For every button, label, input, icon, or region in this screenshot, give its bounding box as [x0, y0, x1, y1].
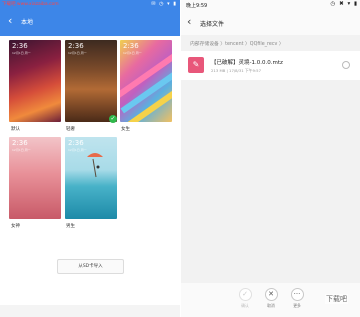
selected-check-icon: ✓ — [109, 115, 117, 123]
import-from-sd-button[interactable]: 从SD卡导入 — [57, 259, 124, 274]
right-header: ‹ 选择文件 — [181, 11, 360, 35]
bottom-bar — [0, 305, 180, 317]
left-header: 下载吧 www.xiazaiba.com ✉ ◷ ▾ ▮ ‹ 本地 — [0, 0, 180, 36]
file-picker-screen: 晚上9:59 ◷ ✖ ▾ ▮ ‹ 选择文件 内部存储设备 〉tencent 〉Q… — [180, 0, 360, 317]
thumbnail-clock: 2:36 — [12, 42, 28, 50]
theme-label: 女生 — [121, 127, 130, 132]
page-title: 选择文件 — [200, 21, 225, 28]
thumbnail-date: 12月1日 周一 — [68, 148, 87, 152]
status-time: 晚上9:59 — [186, 3, 208, 9]
cancel-button[interactable]: ✕ 取消 — [259, 288, 283, 309]
confirm-button[interactable]: ✓ 确认 — [233, 288, 257, 309]
check-icon: ✓ — [238, 288, 252, 301]
theme-thumbnail-girl[interactable]: 2:36 12月1日 周一 — [120, 40, 172, 122]
theme-label: 女神 — [11, 224, 20, 229]
breadcrumb[interactable]: 内部存储设备 〉tencent 〉QQfile_recv 〉 — [190, 40, 284, 47]
theme-local-screen: 下载吧 www.xiazaiba.com ✉ ◷ ▾ ▮ ‹ 本地 2:36 1… — [0, 0, 180, 317]
back-arrow-icon[interactable]: ‹ — [8, 15, 12, 26]
back-arrow-icon[interactable]: ‹ — [187, 16, 191, 27]
cancel-label: 取消 — [267, 303, 275, 308]
theme-label: 轻奢 — [66, 127, 75, 132]
thumbnail-date: 12月1日 周一 — [12, 148, 31, 152]
more-label: 更多 — [293, 303, 301, 308]
thumbnail-date: 12月1日 周一 — [123, 51, 142, 55]
confirm-label: 确认 — [241, 303, 249, 308]
more-icon: ··· — [290, 288, 304, 301]
more-button[interactable]: ··· 更多 — [285, 288, 309, 309]
theme-thumbnail-boy[interactable]: 2:36 12月1日 周一 — [65, 137, 117, 219]
theme-thumbnail-luxury[interactable]: 2:36 12月1日 周一 — [65, 40, 117, 122]
file-select-radio[interactable] — [342, 61, 350, 69]
thumbnail-clock: 2:36 — [123, 42, 139, 50]
site-logo: 下载吧 — [325, 294, 348, 304]
thumbnail-clock: 2:36 — [68, 139, 84, 147]
thumbnail-clock: 2:36 — [68, 42, 84, 50]
thumbnail-clock: 2:36 — [12, 139, 28, 147]
close-icon: ✕ — [264, 288, 278, 301]
thumbnail-date: 12月1日 周一 — [12, 51, 31, 55]
theme-label: 默认 — [11, 127, 20, 132]
status-icons: ✉ ◷ ▾ ▮ — [151, 1, 177, 7]
watermark: 下载吧 www.xiazaiba.com — [2, 2, 59, 7]
theme-label: 男生 — [66, 224, 75, 229]
theme-thumbnail-default[interactable]: 2:36 12月1日 周一 — [9, 40, 61, 122]
theme-file-icon: ✎ — [188, 57, 204, 73]
right-status-bar: 晚上9:59 ◷ ✖ ▾ ▮ — [181, 0, 360, 11]
page-title: 本地 — [21, 19, 34, 26]
theme-thumbnail-goddess[interactable]: 2:36 12月1日 周一 — [9, 137, 61, 219]
status-icons: ◷ ✖ ▾ ▮ — [330, 1, 358, 7]
file-name: 【已破解】灵境-1.0.0.0.mtz — [211, 60, 283, 66]
file-meta: 213 MB | 17/8/31 下午9:57 — [211, 68, 261, 73]
file-list-item[interactable]: ✎ 【已破解】灵境-1.0.0.0.mtz 213 MB | 17/8/31 下… — [181, 51, 360, 80]
thumbnail-date: 12月1日 周一 — [68, 51, 87, 55]
left-status-bar: 下载吧 www.xiazaiba.com ✉ ◷ ▾ ▮ — [0, 0, 180, 10]
